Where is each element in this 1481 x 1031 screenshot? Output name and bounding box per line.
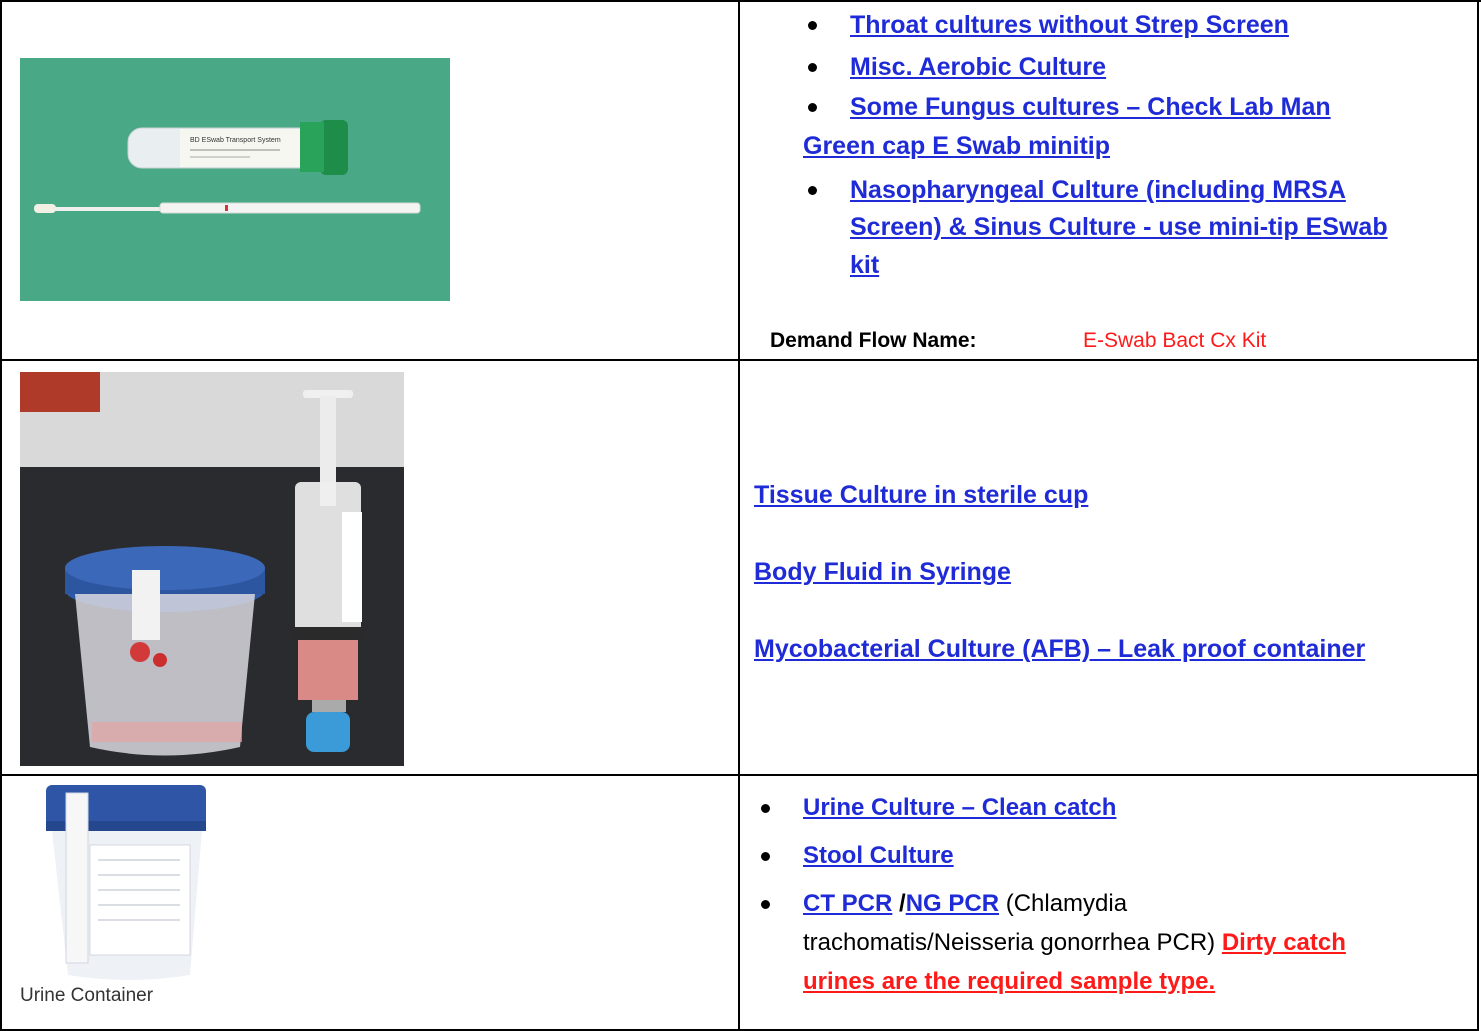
link-green-cap-eswab[interactable]: Green cap E Swab minitip	[803, 131, 1110, 161]
link-nasopharyngeal-culture-line3[interactable]: kit	[850, 250, 879, 280]
dirty-catch-note-2: urines are the required sample type.	[803, 968, 1216, 995]
eswab-kit-image: BD ESwab Transport System	[20, 58, 450, 301]
cup-syringe-image	[20, 372, 404, 766]
urine-container-photo: Urine Container	[20, 785, 220, 1015]
pcr-line-1: CT PCR /NG PCR (Chlamydia	[803, 889, 1127, 919]
dirty-catch-note-1: Dirty catch	[1221, 929, 1346, 956]
tube-label-text: BD ESwab Transport System	[190, 137, 281, 144]
link-urine-culture[interactable]: Urine Culture – Clean catch	[803, 793, 1116, 823]
link-ct-pcr[interactable]: CT PCR	[803, 890, 892, 917]
link-fungus-cultures[interactable]: Some Fungus cultures – Check Lab Man	[850, 92, 1331, 122]
link-throat-cultures[interactable]: Throat cultures without Strep Screen	[850, 10, 1289, 40]
link-stool-culture[interactable]: Stool Culture	[803, 841, 954, 871]
link-misc-aerobic-culture[interactable]: Misc. Aerobic Culture	[850, 52, 1106, 82]
bullet-dot	[761, 900, 770, 909]
table-row-divider-2	[0, 774, 1479, 776]
bullet-dot	[761, 804, 770, 813]
demand-flow-value: E-Swab Bact Cx Kit	[1083, 329, 1267, 352]
pcr-description-1: (Chlamydia	[1005, 890, 1128, 917]
table-border-left	[0, 0, 2, 1031]
eswab-kit-photo: BD ESwab Transport System	[20, 58, 450, 301]
link-nasopharyngeal-culture-line1[interactable]: Nasopharyngeal Culture (including MRSA	[850, 175, 1346, 205]
pcr-slash: /	[899, 890, 906, 917]
table-row-divider-1	[0, 359, 1479, 361]
table-border-right	[1477, 0, 1479, 1031]
pcr-line-2: trachomatis/Neisseria gonorrhea PCR) Dir…	[803, 928, 1346, 958]
table-column-divider	[738, 0, 740, 1031]
pcr-description-2: trachomatis/Neisseria gonorrhea PCR)	[803, 929, 1216, 956]
bullet-dot	[808, 186, 817, 195]
link-ng-pcr[interactable]: NG PCR	[906, 890, 999, 917]
link-mycobacterial-culture[interactable]: Mycobacterial Culture (AFB) – Leak proof…	[754, 634, 1365, 664]
bullet-dot	[808, 103, 817, 112]
table-border-top	[0, 0, 1481, 2]
bullet-dot	[761, 852, 770, 861]
demand-flow-label: Demand Flow Name:	[770, 329, 977, 352]
bullet-dot	[808, 63, 817, 72]
urine-container-caption: Urine Container	[20, 985, 154, 1006]
bullet-dot	[808, 21, 817, 30]
link-body-fluid-syringe[interactable]: Body Fluid in Syringe	[754, 557, 1011, 587]
link-tissue-culture[interactable]: Tissue Culture in sterile cup	[754, 480, 1088, 510]
urine-container-image	[20, 785, 220, 985]
link-nasopharyngeal-culture-line2[interactable]: Screen) & Sinus Culture - use mini-tip E…	[850, 212, 1388, 242]
cup-syringe-photo	[20, 372, 404, 766]
